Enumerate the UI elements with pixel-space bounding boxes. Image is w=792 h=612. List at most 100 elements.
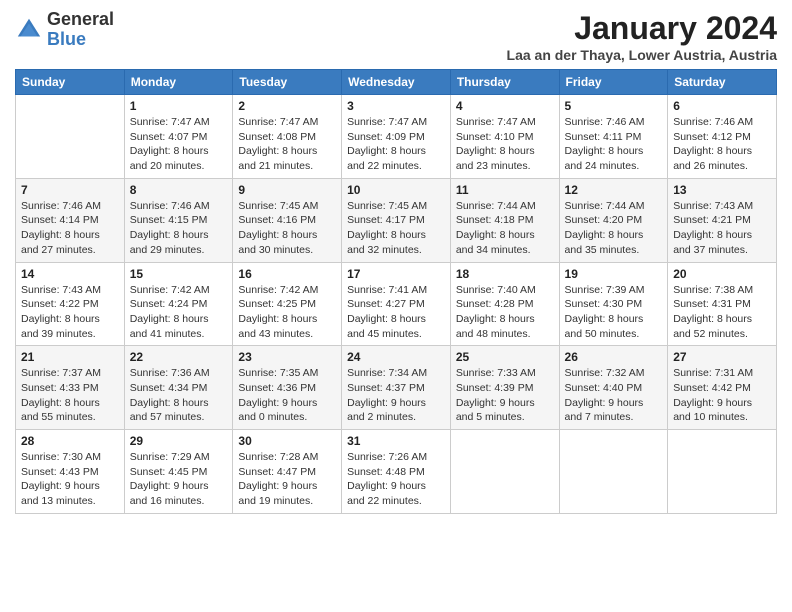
day-info: Sunrise: 7:47 AMSunset: 4:10 PMDaylight:… [456,115,554,174]
day-info: Sunrise: 7:47 AMSunset: 4:09 PMDaylight:… [347,115,445,174]
calendar-week-row: 21 Sunrise: 7:37 AMSunset: 4:33 PMDayligh… [16,346,777,430]
day-info: Sunrise: 7:28 AMSunset: 4:47 PMDaylight:… [238,450,336,509]
day-number: 27 [673,350,771,364]
day-number: 16 [238,267,336,281]
column-header-friday: Friday [559,70,668,95]
calendar-cell: 10 Sunrise: 7:45 AMSunset: 4:17 PMDayligh… [342,178,451,262]
calendar-cell: 1Sunrise: 7:47 AMSunset: 4:07 PMDaylight… [124,95,233,179]
day-info: Sunrise: 7:46 AMSunset: 4:11 PMDaylight:… [565,115,663,174]
day-number: 24 [347,350,445,364]
logo-general-text: General [47,9,114,29]
day-info: Sunrise: 7:46 AMSunset: 4:12 PMDaylight:… [673,115,771,174]
day-info: Sunrise: 7:32 AMSunset: 4:40 PMDaylight:… [565,366,663,425]
day-number: 12 [565,183,663,197]
calendar-cell: 2 Sunrise: 7:47 AMSunset: 4:08 PMDaylight… [233,95,342,179]
day-number: 9 [238,183,336,197]
day-info: Sunrise: 7:30 AMSunset: 4:43 PMDaylight:… [21,450,119,509]
day-info: Sunrise: 7:47 AMSunset: 4:07 PMDaylight:… [130,115,228,174]
calendar-cell: 20Sunrise: 7:38 AMSunset: 4:31 PMDayligh… [668,262,777,346]
day-number: 22 [130,350,228,364]
day-number: 21 [21,350,119,364]
day-number: 8 [130,183,228,197]
calendar-cell: 30Sunrise: 7:28 AMSunset: 4:47 PMDayligh… [233,430,342,514]
page-header: General Blue January 2024 Laa an der Tha… [15,10,777,63]
calendar-week-row: 28 Sunrise: 7:30 AMSunset: 4:43 PMDayligh… [16,430,777,514]
day-info: Sunrise: 7:42 AMSunset: 4:24 PMDaylight:… [130,283,228,342]
calendar-week-row: 7 Sunrise: 7:46 AMSunset: 4:14 PMDaylight… [16,178,777,262]
calendar-cell: 19 Sunrise: 7:39 AMSunset: 4:30 PMDayligh… [559,262,668,346]
day-info: Sunrise: 7:29 AMSunset: 4:45 PMDaylight:… [130,450,228,509]
day-number: 25 [456,350,554,364]
calendar-header-row: SundayMondayTuesdayWednesdayThursdayFrid… [16,70,777,95]
day-number: 15 [130,267,228,281]
calendar-week-row: 1Sunrise: 7:47 AMSunset: 4:07 PMDaylight… [16,95,777,179]
logo-icon [15,16,43,44]
day-info: Sunrise: 7:43 AMSunset: 4:22 PMDaylight:… [21,283,119,342]
day-number: 14 [21,267,119,281]
day-number: 2 [238,99,336,113]
day-number: 5 [565,99,663,113]
calendar-cell: 12Sunrise: 7:44 AMSunset: 4:20 PMDayligh… [559,178,668,262]
calendar-cell [668,430,777,514]
day-number: 19 [565,267,663,281]
calendar-cell [559,430,668,514]
logo-blue-text: Blue [47,29,86,49]
day-info: Sunrise: 7:31 AMSunset: 4:42 PMDaylight:… [673,366,771,425]
day-number: 3 [347,99,445,113]
day-info: Sunrise: 7:35 AMSunset: 4:36 PMDaylight:… [238,366,336,425]
month-title: January 2024 [507,10,777,47]
day-number: 28 [21,434,119,448]
calendar-cell: 21 Sunrise: 7:37 AMSunset: 4:33 PMDayligh… [16,346,125,430]
day-info: Sunrise: 7:47 AMSunset: 4:08 PMDaylight:… [238,115,336,174]
location-title: Laa an der Thaya, Lower Austria, Austria [507,47,777,63]
day-number: 29 [130,434,228,448]
day-number: 7 [21,183,119,197]
calendar-week-row: 14 Sunrise: 7:43 AMSunset: 4:22 PMDayligh… [16,262,777,346]
calendar-cell: 29 Sunrise: 7:29 AMSunset: 4:45 PMDayligh… [124,430,233,514]
day-info: Sunrise: 7:26 AMSunset: 4:48 PMDaylight:… [347,450,445,509]
column-header-sunday: Sunday [16,70,125,95]
day-info: Sunrise: 7:46 AMSunset: 4:14 PMDaylight:… [21,199,119,258]
day-number: 18 [456,267,554,281]
calendar-cell [16,95,125,179]
calendar-cell: 7 Sunrise: 7:46 AMSunset: 4:14 PMDaylight… [16,178,125,262]
day-info: Sunrise: 7:33 AMSunset: 4:39 PMDaylight:… [456,366,554,425]
calendar-cell: 24 Sunrise: 7:34 AMSunset: 4:37 PMDayligh… [342,346,451,430]
calendar-cell: 14 Sunrise: 7:43 AMSunset: 4:22 PMDayligh… [16,262,125,346]
day-number: 23 [238,350,336,364]
calendar-cell: 15 Sunrise: 7:42 AMSunset: 4:24 PMDayligh… [124,262,233,346]
calendar-cell: 17Sunrise: 7:41 AMSunset: 4:27 PMDayligh… [342,262,451,346]
calendar-cell: 3 Sunrise: 7:47 AMSunset: 4:09 PMDaylight… [342,95,451,179]
calendar-cell: 23 Sunrise: 7:35 AMSunset: 4:36 PMDayligh… [233,346,342,430]
day-info: Sunrise: 7:34 AMSunset: 4:37 PMDaylight:… [347,366,445,425]
calendar-cell: 22Sunrise: 7:36 AMSunset: 4:34 PMDayligh… [124,346,233,430]
column-header-tuesday: Tuesday [233,70,342,95]
column-header-wednesday: Wednesday [342,70,451,95]
day-number: 11 [456,183,554,197]
calendar-cell: 4Sunrise: 7:47 AMSunset: 4:10 PMDaylight… [450,95,559,179]
day-info: Sunrise: 7:39 AMSunset: 4:30 PMDaylight:… [565,283,663,342]
column-header-saturday: Saturday [668,70,777,95]
day-info: Sunrise: 7:45 AMSunset: 4:16 PMDaylight:… [238,199,336,258]
calendar-cell: 8Sunrise: 7:46 AMSunset: 4:15 PMDaylight… [124,178,233,262]
day-info: Sunrise: 7:45 AMSunset: 4:17 PMDaylight:… [347,199,445,258]
calendar-table: SundayMondayTuesdayWednesdayThursdayFrid… [15,69,777,514]
day-info: Sunrise: 7:40 AMSunset: 4:28 PMDaylight:… [456,283,554,342]
calendar-cell: 25 Sunrise: 7:33 AMSunset: 4:39 PMDayligh… [450,346,559,430]
calendar-cell: 31Sunrise: 7:26 AMSunset: 4:48 PMDayligh… [342,430,451,514]
day-number: 20 [673,267,771,281]
calendar-cell: 28 Sunrise: 7:30 AMSunset: 4:43 PMDayligh… [16,430,125,514]
calendar-cell: 13Sunrise: 7:43 AMSunset: 4:21 PMDayligh… [668,178,777,262]
title-block: January 2024 Laa an der Thaya, Lower Aus… [507,10,777,63]
day-number: 10 [347,183,445,197]
calendar-cell: 11Sunrise: 7:44 AMSunset: 4:18 PMDayligh… [450,178,559,262]
column-header-monday: Monday [124,70,233,95]
day-number: 26 [565,350,663,364]
column-header-thursday: Thursday [450,70,559,95]
day-number: 13 [673,183,771,197]
calendar-cell: 9 Sunrise: 7:45 AMSunset: 4:16 PMDaylight… [233,178,342,262]
day-info: Sunrise: 7:37 AMSunset: 4:33 PMDaylight:… [21,366,119,425]
calendar-cell: 27 Sunrise: 7:31 AMSunset: 4:42 PMDayligh… [668,346,777,430]
calendar-cell: 5 Sunrise: 7:46 AMSunset: 4:11 PMDaylight… [559,95,668,179]
calendar-cell: 26 Sunrise: 7:32 AMSunset: 4:40 PMDayligh… [559,346,668,430]
